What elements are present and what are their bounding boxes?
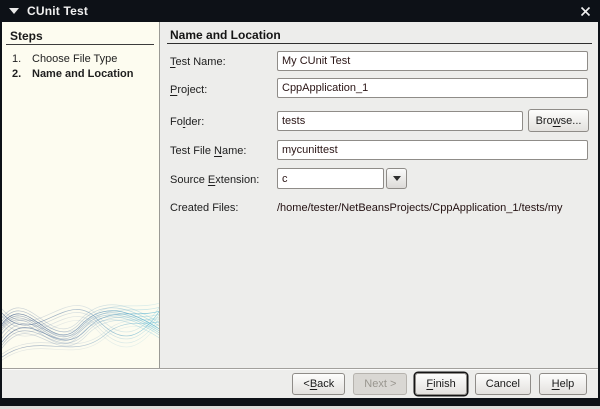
created-files-path: /home/tester/NetBeansProjects/CppApplica… [277, 202, 598, 214]
source-extension-value[interactable]: c [277, 168, 384, 189]
combobox-dropdown-button[interactable] [386, 168, 407, 189]
cancel-button[interactable]: Cancel [475, 373, 531, 395]
project-input[interactable] [277, 78, 588, 98]
test-name-label: Test Name: [170, 56, 226, 68]
back-button[interactable]: < Back [292, 373, 345, 395]
step-number: 2. [12, 68, 28, 80]
source-extension-label: Source Extension: [170, 174, 259, 186]
title-bar: CUnit Test [0, 0, 600, 22]
finish-button[interactable]: Finish [415, 373, 466, 395]
steps-sidebar: Steps 1. Choose File Type 2. Name and Lo… [2, 22, 160, 368]
steps-title: Steps [10, 29, 43, 43]
test-name-input[interactable] [277, 51, 588, 71]
test-file-name-label: Test File Name: [170, 145, 246, 157]
project-label: Project: [170, 84, 207, 96]
test-file-name-input[interactable] [277, 140, 588, 160]
name-and-location-panel: Name and Location Test Name: Project: Fo… [160, 22, 598, 368]
window-menu-triangle-icon[interactable] [9, 8, 19, 14]
chevron-down-icon [393, 176, 401, 181]
folder-label: Folder: [170, 116, 204, 128]
dialog-body: Steps 1. Choose File Type 2. Name and Lo… [2, 22, 598, 398]
source-extension-combobox[interactable]: c [277, 168, 407, 189]
wave-watermark [2, 268, 160, 368]
wizard-button-bar: < Back Next > Finish Cancel Help [2, 368, 598, 398]
folder-input[interactable] [277, 111, 523, 131]
steps-divider [6, 44, 154, 45]
created-files-label: Created Files: [170, 202, 238, 214]
step-label: Choose File Type [32, 53, 117, 65]
browse-button[interactable]: Browse... [528, 109, 589, 132]
cunit-test-dialog: CUnit Test Steps 1. Choose File Type 2. … [0, 0, 600, 409]
window-title: CUnit Test [27, 4, 88, 18]
step-label: Name and Location [32, 68, 133, 80]
next-button: Next > [353, 373, 407, 395]
step-number: 1. [12, 53, 28, 65]
panel-title-divider [167, 43, 592, 44]
panel-title: Name and Location [170, 28, 281, 42]
close-icon[interactable] [576, 2, 594, 20]
background-window-edge [0, 398, 600, 409]
help-button[interactable]: Help [539, 373, 587, 395]
